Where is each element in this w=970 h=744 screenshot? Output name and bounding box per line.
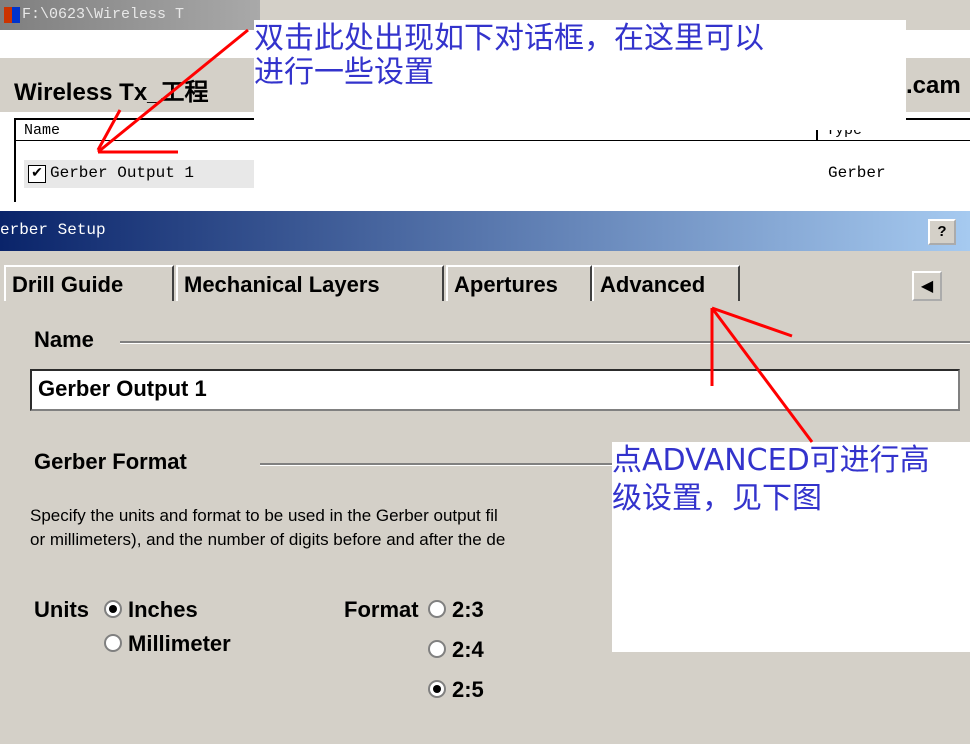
file-list: Name Type ✔ Gerber Output 1 Gerber <box>14 118 970 202</box>
annotation-text: 双击此处出现如下对话框，在这里可以 进行一些设置 <box>254 22 764 90</box>
tab-mechanical-layers[interactable]: Mechanical Layers <box>176 265 444 301</box>
tab-scroll-left-button[interactable]: ◀ <box>912 271 942 301</box>
checkbox[interactable]: ✔ <box>28 165 46 183</box>
tab-drill-guide[interactable]: Drill Guide <box>4 265 174 301</box>
name-field[interactable]: Gerber Output 1 <box>30 369 960 411</box>
radio-icon <box>428 640 446 659</box>
dialog-titlebar: erber Setup ? <box>0 211 970 251</box>
format-2-3-label: 2:3 <box>452 597 484 622</box>
tab-advanced[interactable]: Advanced <box>592 265 740 301</box>
format-2-5-label: 2:5 <box>452 677 484 702</box>
dialog-title: erber Setup <box>0 221 106 239</box>
annotation-line: 点ADVANCED可进行高 <box>612 443 930 478</box>
header-divider <box>16 140 970 141</box>
name-divider <box>120 341 970 344</box>
annotation-note-advanced: 点ADVANCED可进行高 级设置，见下图 <box>612 442 970 652</box>
format-label: Format <box>344 597 419 622</box>
units-inches-radio[interactable]: Inches <box>104 597 198 623</box>
radio-selected-icon <box>104 600 122 619</box>
annotation-line: 双击此处出现如下对话框，在这里可以 <box>254 21 764 56</box>
radio-selected-icon <box>428 680 446 699</box>
window-title: F:\0623\Wireless T <box>22 6 185 23</box>
column-header-name[interactable]: Name <box>24 122 60 139</box>
project-extension: .cam <box>906 72 961 99</box>
tab-bar: Drill Guide Mechanical Layers Apertures … <box>0 251 970 311</box>
format-2-4-radio[interactable]: 2:4 <box>428 637 484 663</box>
annotation-note-doubleclick: 双击此处出现如下对话框，在这里可以 进行一些设置 <box>254 20 906 130</box>
help-button[interactable]: ? <box>928 219 956 245</box>
format-description-line1: Specify the units and format to be used … <box>30 506 498 525</box>
annotation-line: 级设置，见下图 <box>612 481 822 516</box>
gerber-format-heading: Gerber Format <box>34 449 187 474</box>
format-divider <box>260 463 620 466</box>
titlebar-inner: F:\0623\Wireless T <box>0 0 260 30</box>
list-item-label[interactable]: Gerber Output 1 <box>50 164 194 182</box>
annotation-line: 进行一些设置 <box>254 55 434 90</box>
units-millimeter-radio[interactable]: Millimeter <box>104 631 264 657</box>
units-millimeter-label: Millimeter <box>128 631 231 656</box>
list-item-type: Gerber <box>828 164 886 182</box>
radio-icon <box>104 634 122 653</box>
format-description-line2: or millimeters), and the number of digit… <box>30 530 506 549</box>
annotation-text: 点ADVANCED可进行高 级设置，见下图 <box>612 442 930 518</box>
app-logo-icon <box>4 7 20 23</box>
list-item[interactable]: ✔ Gerber Output 1 <box>24 160 254 188</box>
project-title: Wireless Tx_工程 <box>14 79 209 106</box>
radio-icon <box>428 600 446 619</box>
units-inches-label: Inches <box>128 597 198 622</box>
format-2-4-label: 2:4 <box>452 637 484 662</box>
format-2-3-radio[interactable]: 2:3 <box>428 597 484 623</box>
units-label: Units <box>34 597 89 622</box>
format-2-5-radio[interactable]: 2:5 <box>428 677 484 703</box>
name-label: Name <box>34 327 94 352</box>
tab-apertures[interactable]: Apertures <box>446 265 592 301</box>
